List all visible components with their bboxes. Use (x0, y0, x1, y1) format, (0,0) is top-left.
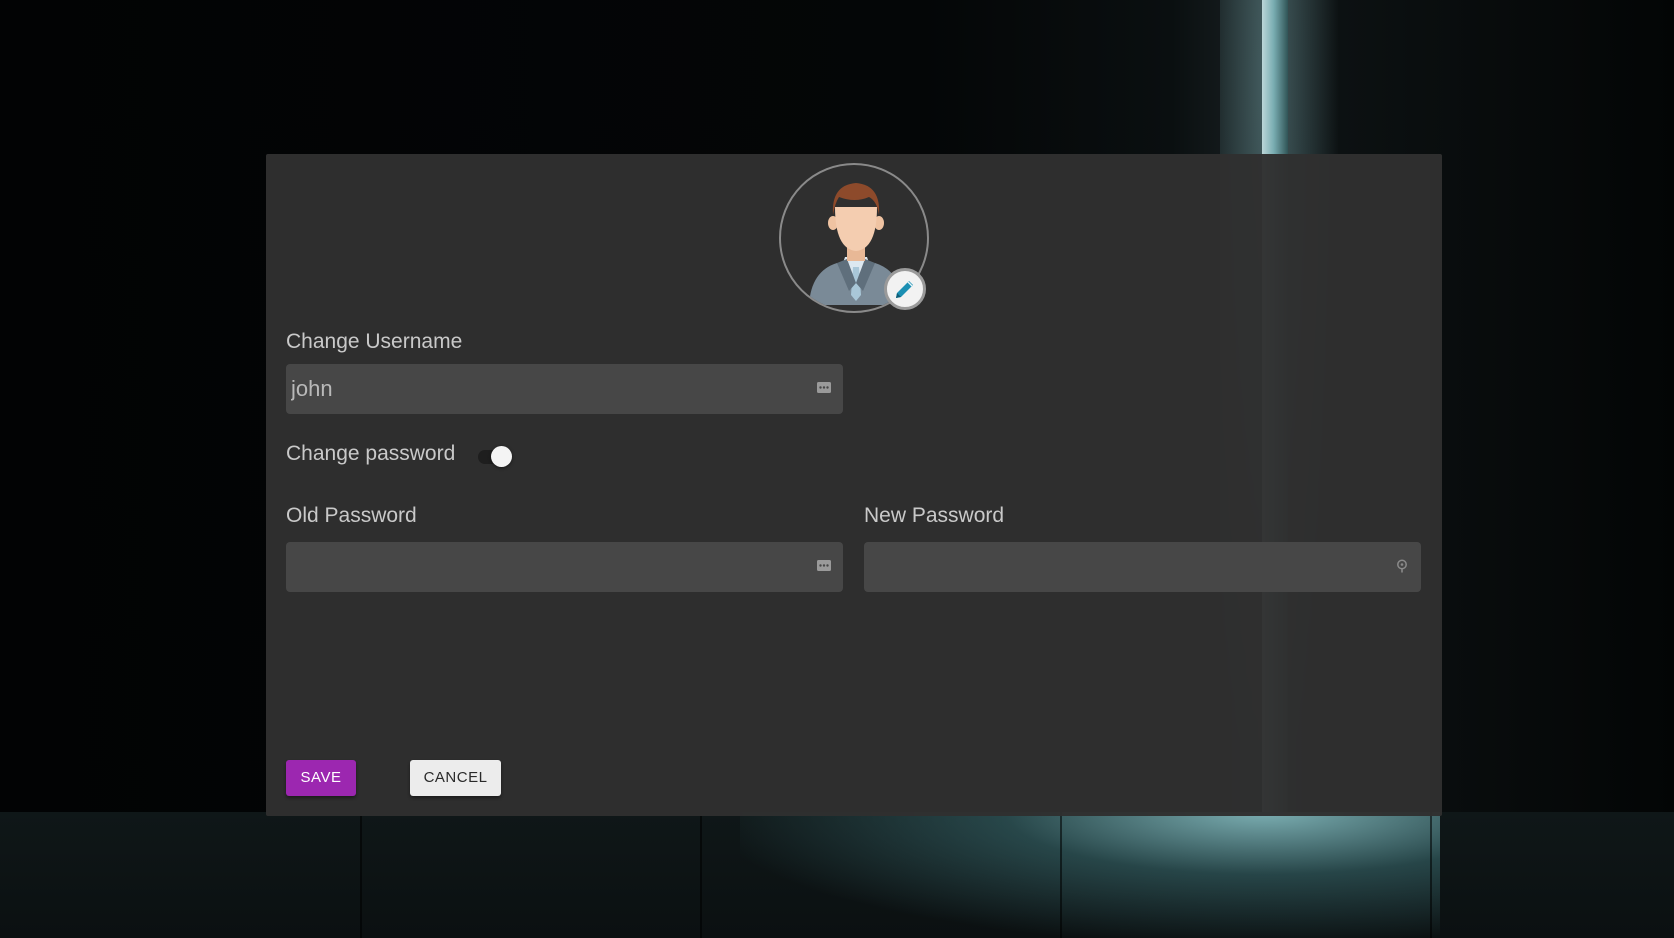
old-password-field[interactable] (286, 542, 843, 592)
old-password-input[interactable] (286, 542, 843, 592)
old-password-label: Old Password (286, 504, 417, 527)
more-horizontal-icon[interactable] (817, 559, 831, 573)
username-label: Change Username (286, 330, 463, 353)
save-button[interactable]: SAVE (286, 760, 356, 796)
change-password-label: Change password (286, 442, 456, 465)
cancel-button[interactable]: CANCEL (410, 760, 501, 796)
new-password-input[interactable] (864, 542, 1421, 592)
key-icon[interactable] (1395, 559, 1409, 573)
profile-edit-dialog: Change Username Change password Old Pass… (266, 154, 1442, 816)
new-password-label: New Password (864, 504, 1005, 527)
username-input[interactable] (286, 364, 843, 414)
more-horizontal-icon[interactable] (817, 381, 831, 395)
username-field[interactable] (286, 364, 843, 414)
pencil-icon (896, 281, 913, 298)
change-password-toggle[interactable] (478, 446, 512, 467)
toggle-knob (491, 446, 512, 467)
new-password-field[interactable] (864, 542, 1421, 592)
edit-avatar-button[interactable] (884, 268, 926, 310)
